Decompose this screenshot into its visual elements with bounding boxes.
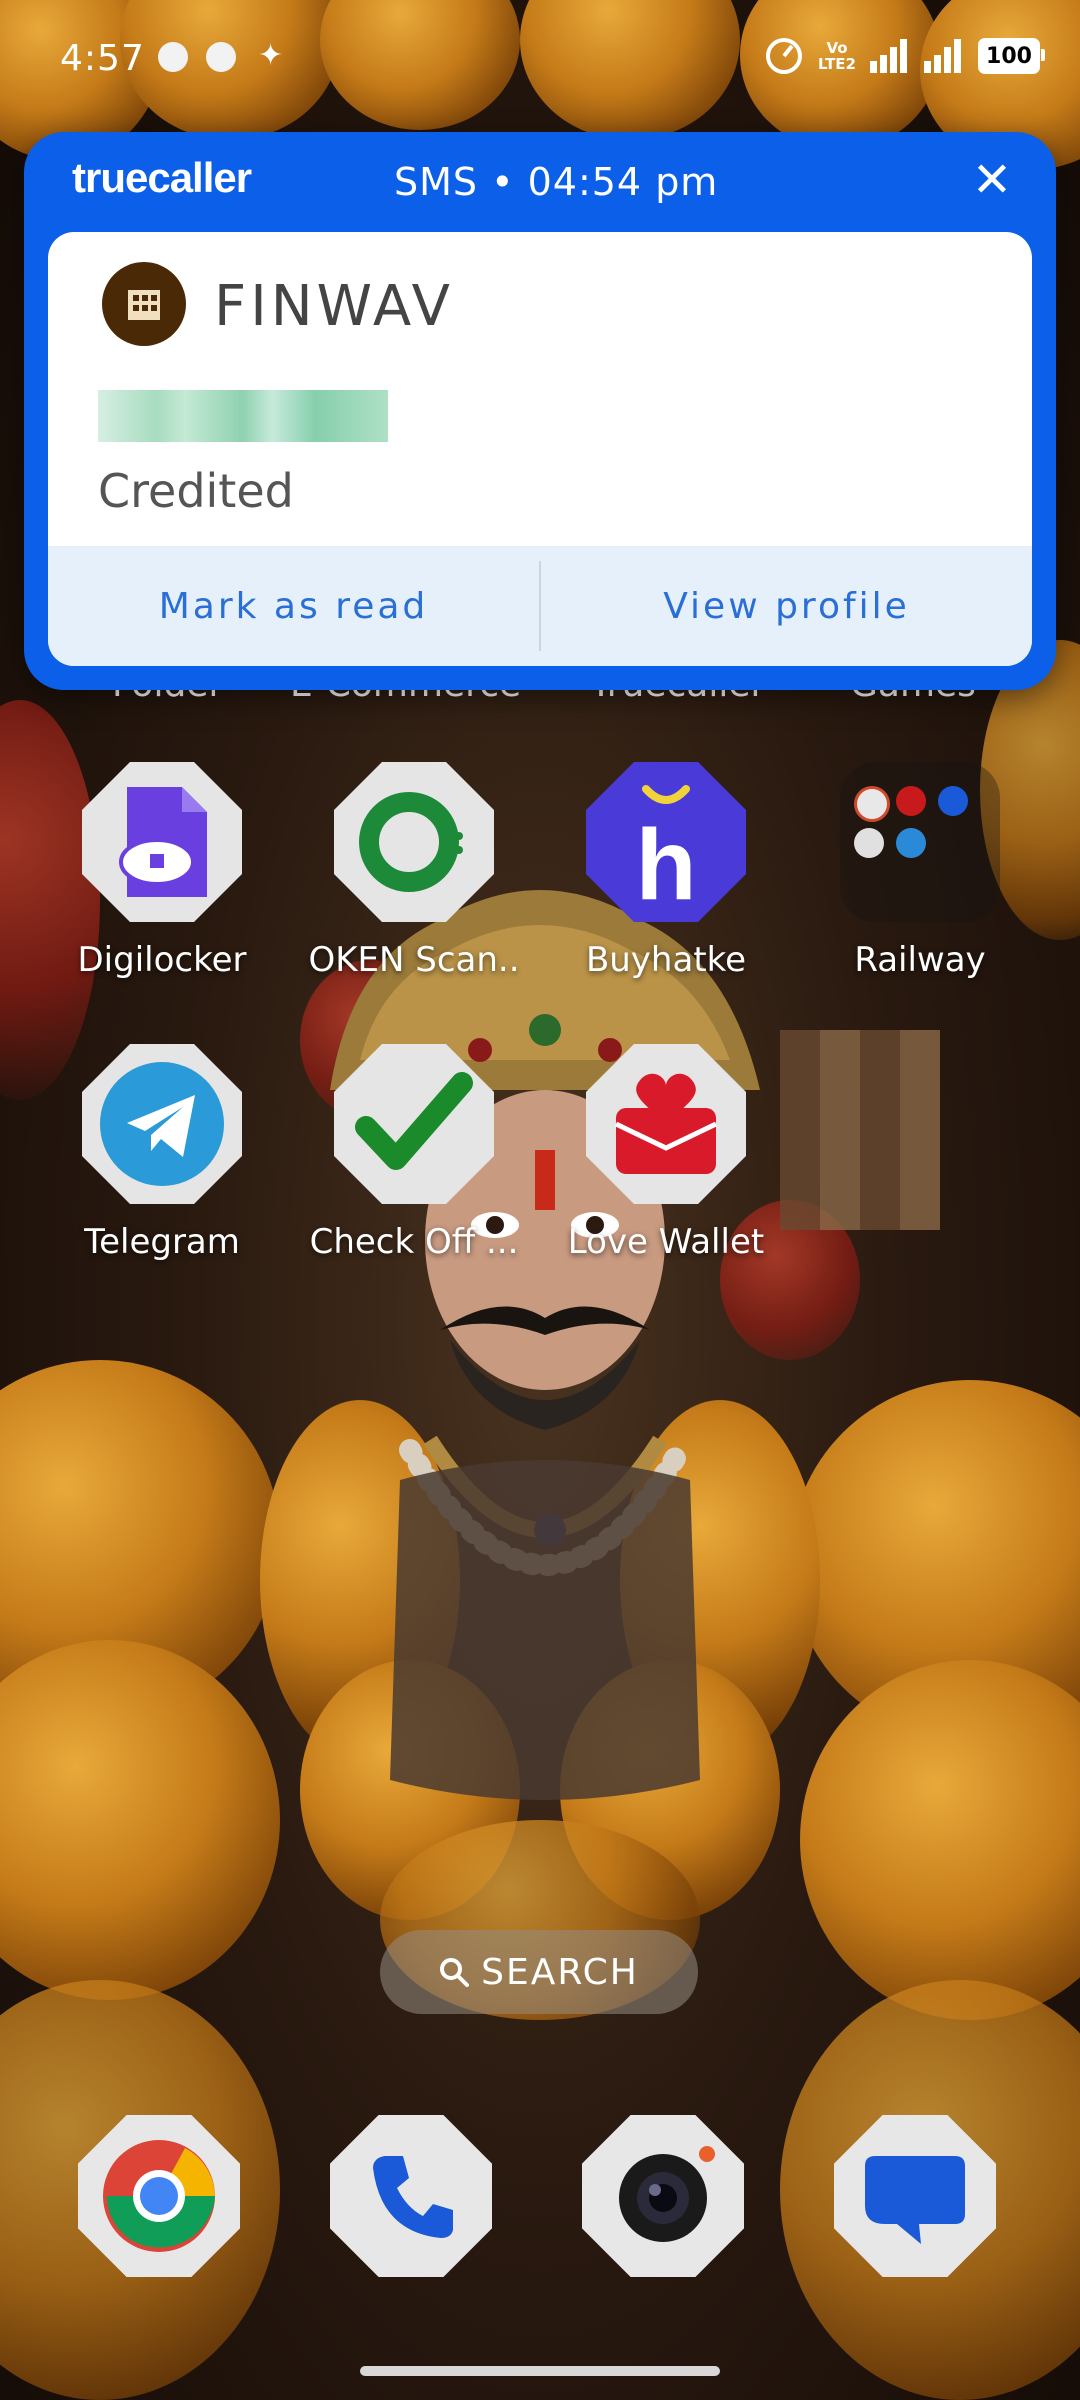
redacted-content	[98, 390, 388, 442]
popup-header: truecaller SMS • 04:54 pm ✕	[24, 132, 1056, 232]
oken-scanner-icon	[334, 762, 494, 922]
signal-icon-2	[924, 39, 961, 73]
popup-body[interactable]: FINWAV Credited Mark as read View profil…	[48, 232, 1032, 666]
app-oken-scanner[interactable]: OKEN Scan..	[294, 762, 534, 980]
app-label: Love Wallet	[567, 1222, 765, 1262]
app-label: OKEN Scan..	[308, 940, 520, 980]
check-off-icon	[334, 1044, 494, 1204]
search-button[interactable]: SEARCH	[380, 1930, 698, 2014]
buyhatke-icon: h	[586, 762, 746, 922]
popup-actions: Mark as read View profile	[48, 546, 1032, 666]
chat-notification-icon	[158, 42, 188, 72]
chrome-icon[interactable]	[78, 2115, 240, 2277]
gesture-navigation-bar[interactable]	[360, 2366, 720, 2376]
app-check-off[interactable]: Check Off ...	[294, 1044, 534, 1262]
app-buyhatke[interactable]: h Buyhatke	[546, 762, 786, 980]
popup-meta: SMS • 04:54 pm	[394, 160, 719, 204]
view-profile-button[interactable]: View profile	[541, 546, 1032, 666]
camera-icon[interactable]	[582, 2115, 744, 2277]
digilocker-icon	[82, 762, 242, 922]
mark-as-read-button[interactable]: Mark as read	[48, 546, 539, 666]
notification-icon: ✦	[258, 38, 284, 73]
svg-text:h: h	[635, 809, 696, 907]
phone-icon[interactable]	[330, 2115, 492, 2277]
app-label: Buyhatke	[585, 940, 747, 980]
building-icon	[128, 290, 160, 320]
message-notification-icon	[206, 42, 236, 72]
app-telegram[interactable]: Telegram	[42, 1044, 282, 1262]
love-wallet-icon	[586, 1044, 746, 1204]
app-digilocker[interactable]: Digilocker	[42, 762, 282, 980]
search-icon	[440, 1958, 470, 1987]
telegram-icon	[82, 1044, 242, 1204]
close-icon[interactable]: ✕	[964, 152, 1020, 208]
sender-name: FINWAV	[214, 274, 454, 339]
app-label: Railway	[854, 940, 986, 980]
search-label: SEARCH	[481, 1951, 639, 1993]
volte-indicator: Vo LTE2	[818, 39, 856, 73]
app-label: Telegram	[84, 1222, 240, 1262]
folder-railway[interactable]: Railway	[800, 762, 1040, 980]
signal-icon	[870, 39, 907, 73]
app-label: Check Off ...	[309, 1222, 519, 1262]
battery-icon: 100	[978, 38, 1045, 74]
railway-folder-icon	[840, 762, 1000, 922]
truecaller-popup[interactable]: truecaller SMS • 04:54 pm ✕ FINWAV Credi…	[24, 132, 1056, 690]
truecaller-logo: truecaller	[72, 154, 252, 201]
app-love-wallet[interactable]: Love Wallet	[546, 1044, 786, 1262]
business-avatar	[102, 262, 186, 346]
status-bar: 4:57 ✦ Vo LTE2 100	[0, 0, 1080, 120]
status-time: 4:57	[60, 38, 145, 79]
message-text: Credited	[98, 464, 294, 518]
messages-icon[interactable]	[834, 2115, 996, 2277]
app-label: Digilocker	[77, 940, 247, 980]
data-speed-icon	[766, 38, 802, 74]
